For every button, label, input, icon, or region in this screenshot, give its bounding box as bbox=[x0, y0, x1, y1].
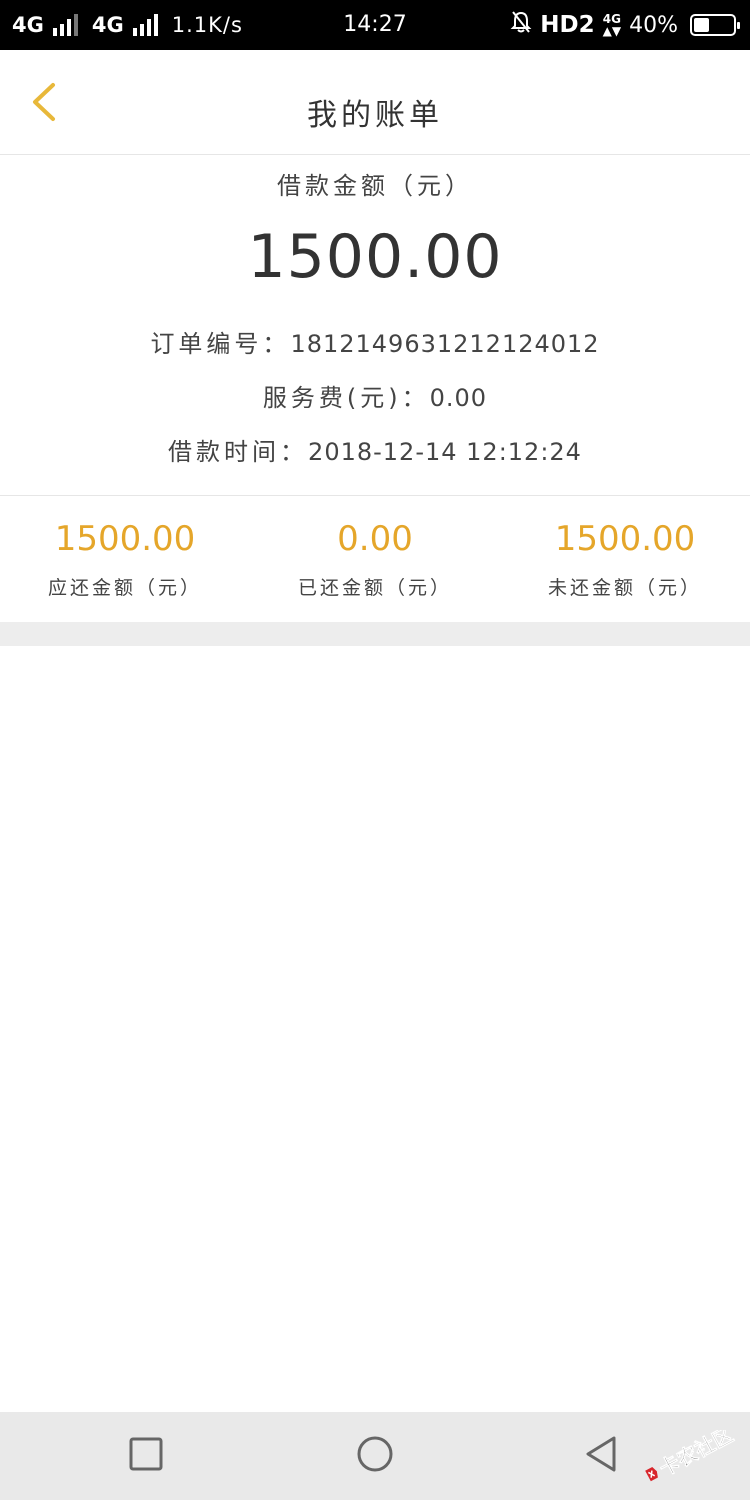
service-fee-label: 服务费(元)： bbox=[262, 384, 430, 412]
stat-amount-due: 1500.00 应还金额（元） bbox=[0, 497, 250, 622]
battery-fill bbox=[694, 18, 710, 32]
loan-summary: 借款金额（元） 1500.00 订单编号：1812149631212124012… bbox=[0, 156, 750, 496]
circle-icon bbox=[355, 1434, 395, 1478]
triangle-back-icon bbox=[582, 1434, 622, 1478]
loan-time-label: 借款时间： bbox=[168, 438, 309, 466]
stat-value: 1500.00 bbox=[54, 519, 196, 559]
service-fee-value: 0.00 bbox=[429, 384, 488, 412]
repayment-stats: 1500.00 应还金额（元） 0.00 已还金额（元） 1500.00 未还金… bbox=[0, 497, 750, 622]
network-speed: 1.1K/s bbox=[171, 13, 243, 37]
page-title: 我的账单 bbox=[307, 98, 443, 133]
stat-label: 应还金额（元） bbox=[47, 577, 202, 599]
data-activity-indicator: 4G ▲▼ bbox=[602, 12, 622, 38]
system-nav-bar: 卡农社区 bbox=[0, 1412, 750, 1500]
order-number-row: 订单编号：1812149631212124012 bbox=[0, 324, 750, 359]
small-network-type: 4G bbox=[602, 12, 621, 26]
status-left: 4G 4G 1.1K/s bbox=[12, 0, 243, 50]
watermark-logo: 卡农社区 bbox=[636, 1422, 746, 1490]
status-bar: 4G 4G 1.1K/s 14:27 HD2 4G ▲▼ 40% bbox=[0, 0, 750, 50]
home-button[interactable] bbox=[353, 1434, 397, 1478]
battery-icon bbox=[690, 14, 740, 36]
hd-indicator: HD2 bbox=[540, 12, 595, 38]
section-divider bbox=[0, 622, 750, 646]
app-header: 我的账单 bbox=[0, 50, 750, 155]
stat-label: 未还金额（元） bbox=[547, 577, 702, 599]
network-type-1: 4G bbox=[12, 13, 44, 37]
loan-amount-label: 借款金额（元） bbox=[277, 172, 473, 200]
square-icon bbox=[128, 1436, 164, 1476]
network-type-2: 4G bbox=[91, 13, 124, 37]
nav-back-button[interactable] bbox=[580, 1434, 624, 1478]
loan-amount-value: 1500.00 bbox=[247, 222, 503, 292]
signal-bars-icon bbox=[52, 14, 78, 36]
battery-percent: 40% bbox=[629, 12, 678, 38]
order-number-value: 1812149631212124012 bbox=[290, 330, 600, 358]
loan-time-value: 2018-12-14 12:12:24 bbox=[308, 438, 582, 466]
stat-label: 已还金额（元） bbox=[297, 577, 452, 599]
watermark-text: 卡农社区 bbox=[655, 1430, 737, 1481]
stat-value: 1500.00 bbox=[554, 519, 696, 559]
bell-off-icon bbox=[510, 10, 532, 40]
status-right: HD2 4G ▲▼ 40% bbox=[510, 0, 740, 50]
recent-apps-button[interactable] bbox=[124, 1434, 168, 1478]
loan-time-row: 借款时间：2018-12-14 12:12:24 bbox=[0, 432, 750, 467]
stat-amount-outstanding: 1500.00 未还金额（元） bbox=[500, 497, 750, 622]
order-number-label: 订单编号： bbox=[150, 330, 291, 358]
stat-amount-repaid: 0.00 已还金额（元） bbox=[250, 497, 500, 622]
service-fee-row: 服务费(元)：0.00 bbox=[0, 378, 750, 413]
stat-value: 0.00 bbox=[337, 519, 413, 559]
signal-bars-icon bbox=[132, 14, 158, 36]
